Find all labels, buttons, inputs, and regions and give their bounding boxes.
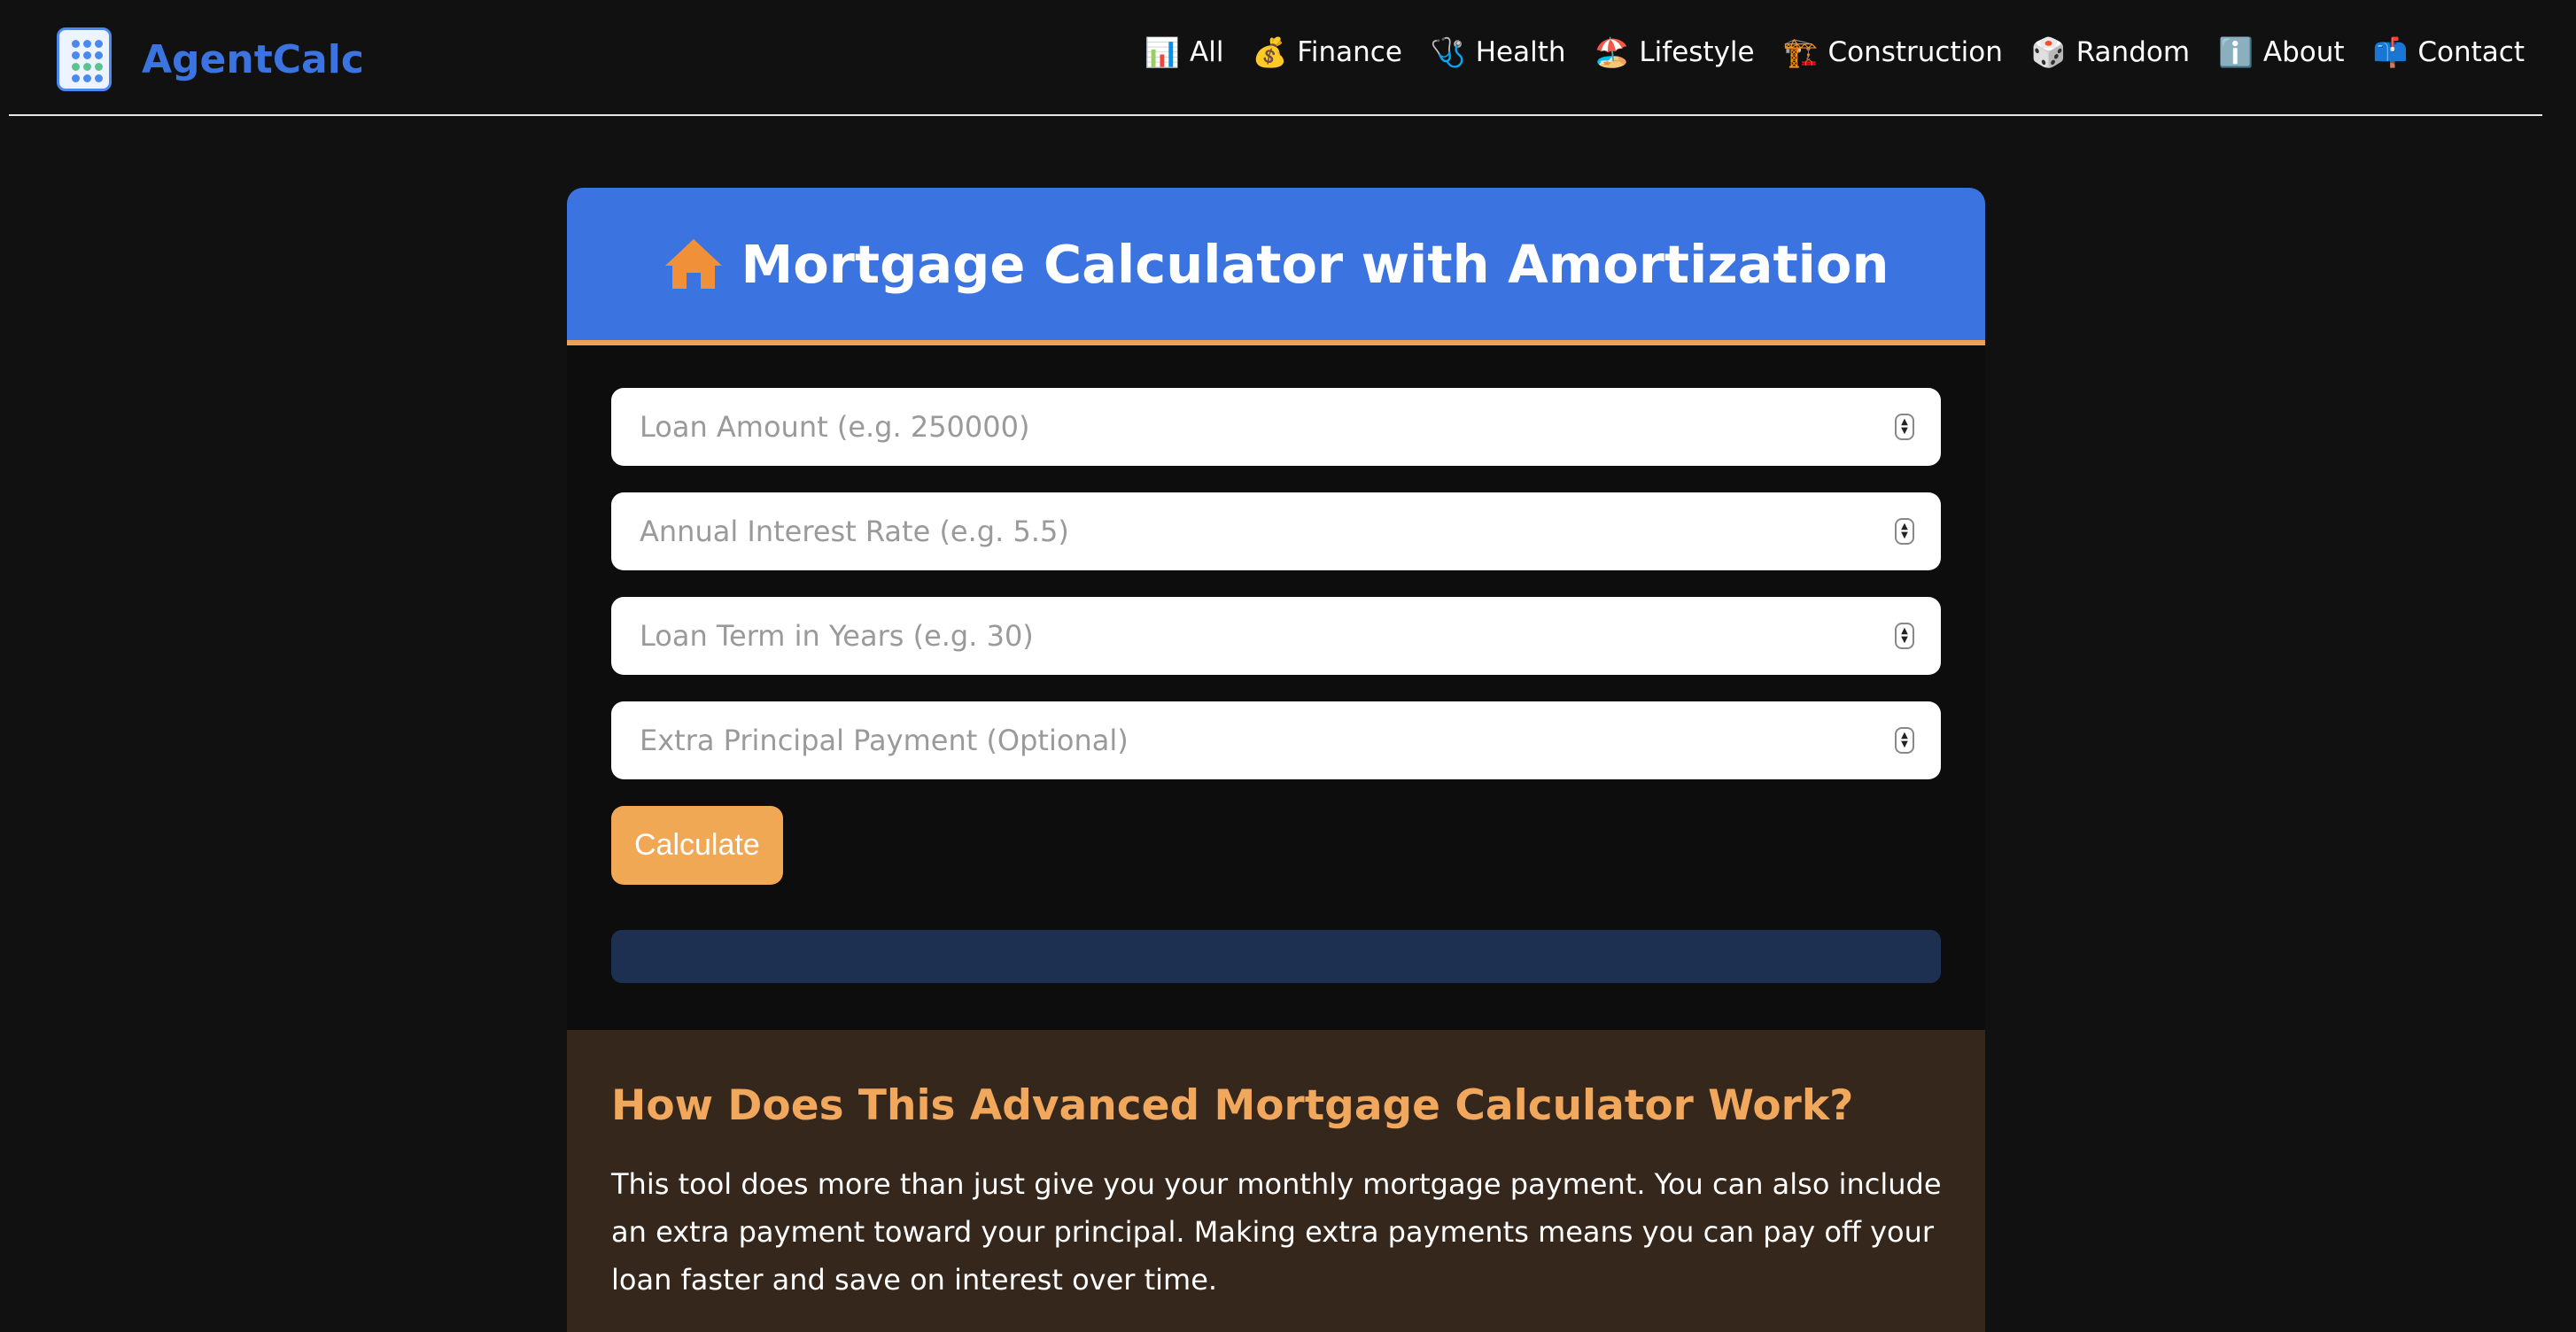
loan-amount-field: ▲▼ xyxy=(611,388,1941,466)
nav-item-finance[interactable]: 💰 Finance xyxy=(1252,35,1401,69)
interest-rate-input[interactable] xyxy=(611,492,1941,570)
site-header: AgentCalc 📊 All 💰 Finance 🩺 Health 🏖️ Li… xyxy=(9,0,2542,116)
stethoscope-icon: 🩺 xyxy=(1430,35,1466,69)
nav-item-lifestyle[interactable]: 🏖️ Lifestyle xyxy=(1594,35,1755,69)
nav-label: Lifestyle xyxy=(1639,36,1755,68)
info-title: How Does This Advanced Mortgage Calculat… xyxy=(611,1081,1854,1130)
nav-label: Random xyxy=(2076,36,2191,68)
beach-umbrella-icon: 🏖️ xyxy=(1594,35,1630,69)
brand-name: AgentCalc xyxy=(142,36,364,82)
house-icon xyxy=(663,237,724,290)
result-box xyxy=(611,930,1941,983)
info-icon: ℹ️ xyxy=(2218,35,2254,69)
page-title: Mortgage Calculator with Amortization xyxy=(741,233,1889,295)
number-stepper-icon[interactable]: ▲ ▼ xyxy=(1895,623,1914,649)
calculate-button[interactable]: Calculate xyxy=(611,806,783,885)
nav-item-health[interactable]: 🩺 Health xyxy=(1431,35,1566,69)
calculator-logo-icon xyxy=(57,27,112,91)
nav-item-about[interactable]: ℹ️ About xyxy=(2218,35,2345,69)
nav-label: Finance xyxy=(1297,36,1402,68)
interest-rate-field: ▲▼ xyxy=(611,492,1941,570)
nav-label: Contact xyxy=(2417,36,2525,68)
nav-item-random[interactable]: 🎲 Random xyxy=(2031,35,2190,69)
money-bag-icon: 💰 xyxy=(1252,35,1288,69)
nav-item-contact[interactable]: 📫 Contact xyxy=(2373,35,2525,69)
card-header: Mortgage Calculator with Amortization xyxy=(567,188,1985,345)
nav-label: About xyxy=(2262,36,2345,68)
nav-item-construction[interactable]: 🏗️ Construction xyxy=(1783,35,2003,69)
extra-payment-input[interactable] xyxy=(611,701,1941,779)
dice-icon: 🎲 xyxy=(2030,35,2067,69)
loan-term-field: ▲▼ xyxy=(611,597,1941,675)
main-nav: 📊 All 💰 Finance 🩺 Health 🏖️ Lifestyle 🏗️… xyxy=(1144,35,2525,69)
nav-label: Health xyxy=(1475,36,1566,68)
loan-term-input[interactable] xyxy=(611,597,1941,675)
number-stepper-icon[interactable]: ▲ ▼ xyxy=(1895,414,1914,440)
nav-label: Construction xyxy=(1827,36,2003,68)
info-text: This tool does more than just give you y… xyxy=(611,1167,1942,1297)
extra-payment-field: ▲▼ xyxy=(611,701,1941,779)
mailbox-icon: 📫 xyxy=(2372,35,2409,69)
nav-label: All xyxy=(1190,36,1224,68)
crane-icon: 🏗️ xyxy=(1782,35,1819,69)
number-stepper-icon[interactable]: ▲ ▼ xyxy=(1895,727,1914,754)
brand[interactable]: AgentCalc xyxy=(57,27,364,91)
number-stepper-icon[interactable]: ▲ ▼ xyxy=(1895,518,1914,545)
loan-amount-input[interactable] xyxy=(611,388,1941,466)
info-section: How Does This Advanced Mortgage Calculat… xyxy=(567,1030,1985,1332)
bar-chart-icon: 📊 xyxy=(1144,35,1181,69)
calculator-card: Mortgage Calculator with Amortization ▲▼… xyxy=(567,188,1985,1332)
mortgage-form: ▲▼ ▲▼ ▲▼ ▲▼ Calculate xyxy=(567,345,1985,983)
nav-item-all[interactable]: 📊 All xyxy=(1144,35,1223,69)
